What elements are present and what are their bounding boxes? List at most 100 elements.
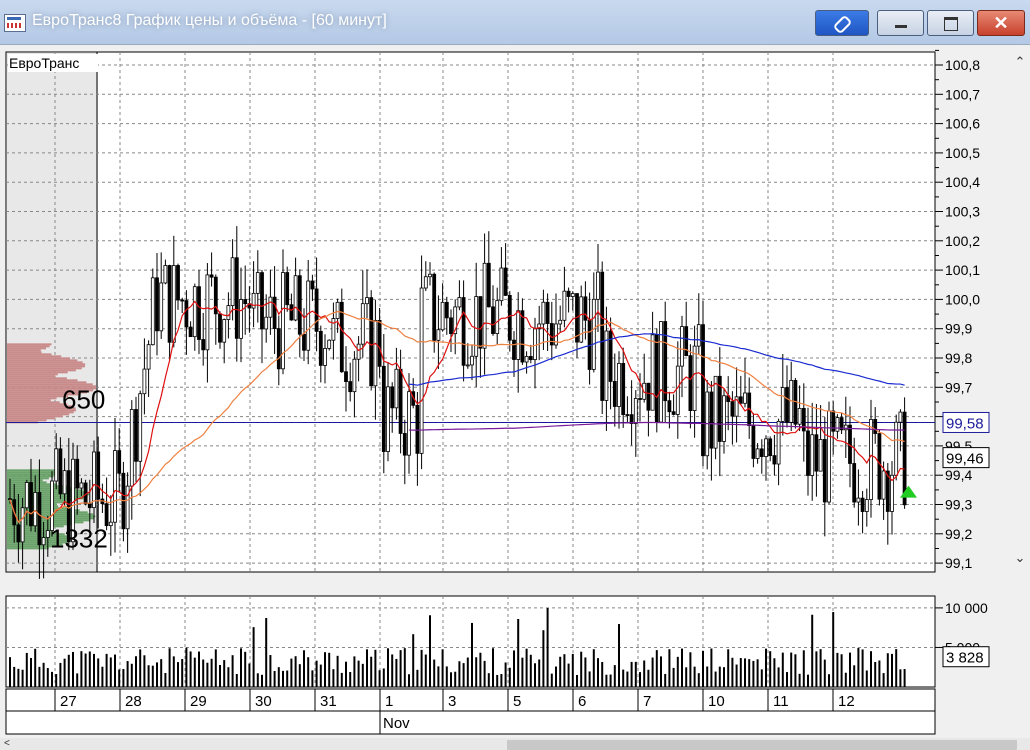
price-volume-chart[interactable]: 100,8 100,7 100,6 100,5 100,4 100,3 100,2 100,1… [0,44,1030,738]
candle-body [701,324,705,457]
candle-body [159,282,164,332]
close-icon: ✕ [993,13,1009,33]
candle-body [176,265,180,301]
candle-body [507,295,512,341]
scrollbar-thumb[interactable] [507,740,1017,750]
scroll-left-arrow-icon[interactable]: < [4,738,10,749]
candle-body [306,280,311,351]
price-label: 99,46 [946,451,984,468]
candle-body [604,330,609,401]
candle-body [197,286,201,340]
date-label: 1 [385,693,393,710]
candle-body [801,408,806,432]
candle-body [881,470,886,500]
candle-body [827,410,831,503]
date-label: 6 [578,693,586,710]
volume-profile-upper [7,381,87,384]
candle-body [142,368,147,395]
scroll-up-arrow-icon[interactable]: ⌃ [1010,54,1030,74]
candle-body [419,287,424,454]
volume-profile-upper [7,417,56,420]
volume-profile-upper [7,397,57,400]
candle-body [163,265,168,284]
y-tick-label: 100,7 [945,86,980,102]
minimize-icon [895,25,907,28]
volume-profile-lower [7,479,43,482]
candle-body [386,386,390,452]
candle-body [239,299,243,339]
minimize-button[interactable] [877,10,924,36]
candle-body [877,433,882,500]
candle-body [45,530,50,538]
y-tick-label: 100,6 [945,116,980,132]
candle-body [331,318,336,341]
candle-body [461,297,466,366]
volume-profile-lower [7,475,54,478]
candle-body [772,455,777,465]
candle-body [625,414,630,416]
candle-body [738,396,743,404]
candle-body [822,439,827,503]
candle-body [58,448,63,495]
link-button[interactable] [815,10,869,36]
candle-body [297,275,302,335]
candle-body [117,450,122,474]
volume-profile-upper [7,363,86,366]
candle-body [302,333,306,351]
candle-body [646,382,651,411]
candle-body [495,300,500,334]
candle-body [570,293,575,297]
candle-body [37,492,42,546]
candle-body [852,463,857,503]
candle-body [138,393,143,462]
close-button[interactable]: ✕ [977,10,1025,36]
date-label: 7 [643,693,651,710]
candle-body [344,371,348,382]
candle-body [104,503,109,527]
candle-body [528,356,533,361]
candle-body [449,317,453,335]
volume-profile-upper [7,399,51,402]
candle-body [134,409,138,462]
candle-body [638,398,642,400]
horizontal-scrollbar[interactable]: < [0,738,1030,750]
candle-body [440,301,445,331]
candle-body [663,321,668,402]
volume-profile-upper [7,351,42,354]
candle-body [797,408,802,425]
candle-body [75,458,80,489]
candle-body [92,451,96,509]
candle-body [16,524,21,543]
volume-profile-upper [7,359,78,362]
y-tick-label: 99,9 [945,321,972,337]
candle-body [365,297,369,305]
candle-body [377,319,382,367]
candle-body [688,355,693,411]
candle-body [167,265,172,343]
volume-profile-upper [7,401,60,404]
candle-body [566,290,571,297]
date-label: 10 [708,693,725,710]
volume-profile-lower [7,513,94,516]
candle-body [617,362,621,407]
y-tick-label: 99,7 [945,379,972,395]
candle-body [398,368,403,434]
candle-body [369,297,374,387]
volume-profile-upper [7,379,78,382]
date-label: 30 [255,693,272,710]
candle-body [234,257,239,339]
candle-body [621,362,626,415]
candle-body [612,381,617,407]
candle-body [20,507,25,543]
volume-profile-upper [7,413,70,416]
candle-body [810,434,815,476]
candle-body [436,329,441,341]
candle-body [348,381,353,393]
candle-body [180,299,185,302]
candle-body [474,296,479,357]
maximize-button[interactable] [927,10,974,36]
candle-body [667,400,672,413]
candle-body [759,448,764,457]
scroll-down-arrow-icon[interactable]: ⌄ [1010,550,1030,570]
candle-body [129,409,134,487]
